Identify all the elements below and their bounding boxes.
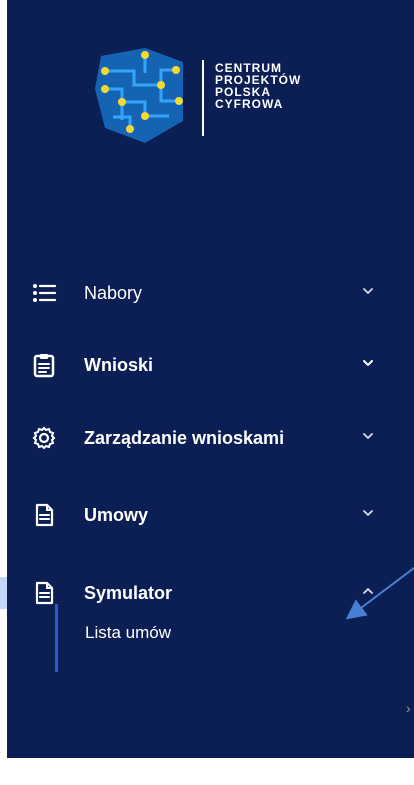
clipboard-icon	[31, 352, 57, 378]
sidebar-item-label: Wnioski	[84, 355, 154, 375]
sidebar-item-label: Nabory	[84, 283, 143, 303]
scroll-edge-indicator: ›	[406, 700, 411, 716]
logo-icon	[95, 48, 183, 143]
gear-icon	[31, 425, 57, 451]
sidebar-item-label: Zarządzanie wnioskami	[84, 428, 285, 448]
sidebar-item-label: Umowy	[84, 505, 149, 525]
logo-text: CENTRUM PROJEKTÓW POLSKA CYFROWA	[215, 62, 301, 110]
document-icon	[31, 580, 57, 606]
logo-divider	[202, 60, 204, 136]
list-icon	[31, 280, 57, 306]
chevron-down-icon[interactable]	[361, 356, 375, 370]
chevron-down-icon[interactable]	[361, 284, 375, 298]
sidebar: CENTRUM PROJEKTÓW POLSKA CYFROWA Nabory …	[7, 0, 414, 758]
document-icon	[31, 502, 57, 528]
sidebar-item-wnioski[interactable]: Wnioski	[7, 340, 414, 390]
submenu-item-lista-umow[interactable]: Lista umów	[85, 622, 171, 644]
logo-text-line: CYFROWA	[215, 97, 284, 111]
chevron-down-icon[interactable]	[361, 429, 375, 443]
chevron-up-icon[interactable]	[361, 584, 375, 598]
logo[interactable]: CENTRUM PROJEKTÓW POLSKA CYFROWA	[87, 44, 347, 149]
sidebar-item-zarzadzanie-wnioskami[interactable]: Zarządzanie wnioskami	[7, 413, 414, 463]
sidebar-item-umowy[interactable]: Umowy	[7, 490, 414, 540]
sidebar-item-label: Symulator	[84, 583, 173, 603]
app-frame: CENTRUM PROJEKTÓW POLSKA CYFROWA Nabory …	[0, 0, 414, 785]
submenu-active-indicator	[55, 604, 58, 672]
sidebar-item-nabory[interactable]: Nabory	[7, 268, 414, 318]
chevron-down-icon[interactable]	[361, 506, 375, 520]
symulator-submenu: Lista umów	[55, 604, 355, 672]
